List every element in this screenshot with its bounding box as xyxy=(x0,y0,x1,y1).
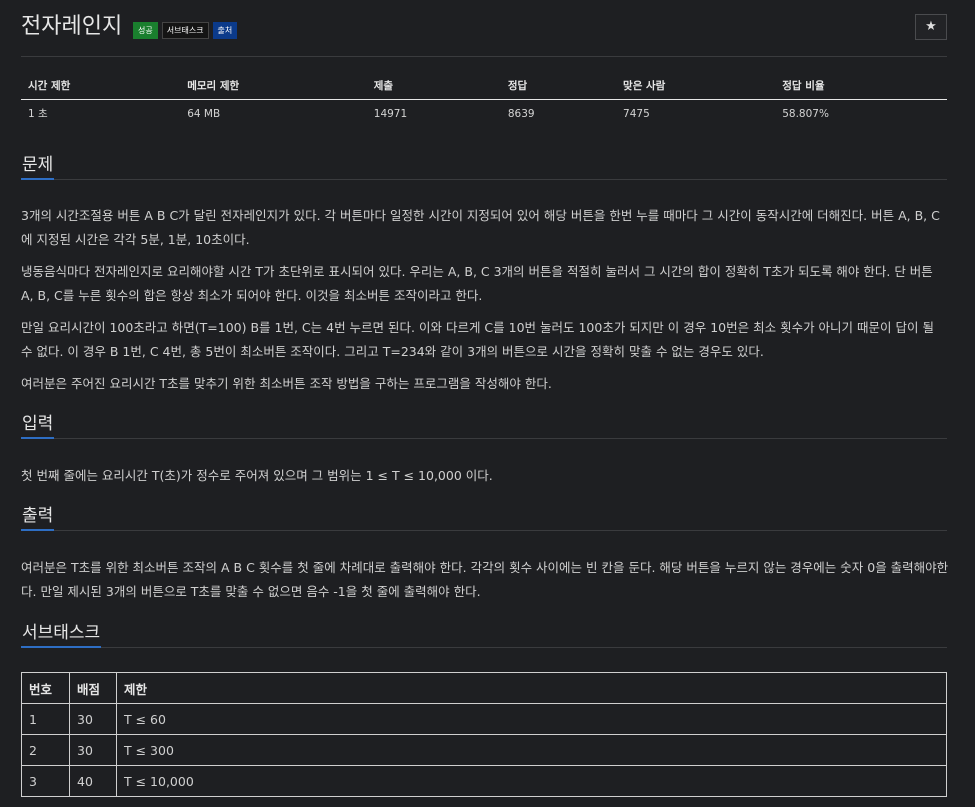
time-limit-header: 시간 제한 xyxy=(21,72,181,100)
submissions-value[interactable]: 14971 xyxy=(367,100,501,128)
input-section-heading: 입력 xyxy=(21,411,947,439)
subtask-header-row: 번호 배점 제한 xyxy=(21,672,947,704)
subtask-score: 30 xyxy=(69,703,117,735)
subtask-row: 1 30 T ≤ 60 xyxy=(21,703,947,735)
input-heading: 입력 xyxy=(21,411,55,439)
problem-header: 전자레인지 성공 서브태스크 출처 ★ xyxy=(21,12,947,57)
subtask-score: 40 xyxy=(69,765,117,797)
subtask-number: 2 xyxy=(21,734,70,766)
accepted-header: 정답 xyxy=(500,72,617,100)
subtask-constraint-header: 제한 xyxy=(116,672,947,704)
memory-limit-value: 64 MB xyxy=(187,107,221,120)
source-badge[interactable]: 출처 xyxy=(212,22,238,39)
subtask-constraint: T ≤ 300 xyxy=(116,734,947,766)
subtask-table: 번호 배점 제한 1 30 T ≤ 60 2 30 T ≤ 300 3 40 T… xyxy=(21,672,947,797)
input-paragraph: 첫 번째 줄에는 요리시간 T(초)가 정수로 주어져 있으며 그 범위는 1 … xyxy=(21,468,493,483)
output-paragraph: 여러분은 T초를 위한 최소버튼 조작의 A B C 횟수를 첫 줄에 차례대로… xyxy=(21,560,949,599)
problem-page: 전자레인지 성공 서브태스크 출처 ★ 시간 제한 메모리 제한 제출 정답 맞… xyxy=(0,0,975,807)
memory-limit-header: 메모리 제한 xyxy=(180,72,367,100)
accept-ratio-value: 58.807% xyxy=(782,107,829,120)
accepted-value[interactable]: 8639 xyxy=(501,100,616,128)
problem-paragraph-3: 만일 요리시간이 100초라고 하면(T=100) B를 1번, C는 4번 누… xyxy=(21,320,934,359)
subtask-score: 30 xyxy=(69,734,117,766)
subtask-constraint: T ≤ 10,000 xyxy=(116,765,947,797)
subtask-section-heading: 서브태스크 xyxy=(21,620,947,648)
time-limit-value: 1 초 xyxy=(28,108,48,120)
subtask-constraint: T ≤ 60 xyxy=(116,703,947,735)
subtask-heading: 서브태스크 xyxy=(21,620,102,648)
subtask-number: 3 xyxy=(21,765,70,797)
info-header-row: 시간 제한 메모리 제한 제출 정답 맞은 사람 정답 비율 xyxy=(21,72,947,100)
subtask-number-header: 번호 xyxy=(21,672,70,704)
problem-paragraph-2: 냉동음식마다 전자레인지로 요리해야할 시간 T가 초단위로 표시되어 있다. … xyxy=(21,264,933,303)
submissions-header: 제출 xyxy=(366,72,501,100)
info-value-row: 1 초 64 MB 14971 8639 7475 58.807% xyxy=(21,100,947,128)
badge-group: 성공 서브태스크 출처 xyxy=(133,22,238,39)
subtask-row: 3 40 T ≤ 10,000 xyxy=(21,765,947,797)
problem-info-table: 시간 제한 메모리 제한 제출 정답 맞은 사람 정답 비율 1 초 64 MB… xyxy=(21,72,947,127)
problem-heading: 문제 xyxy=(21,152,55,180)
subtask-score-header: 배점 xyxy=(69,672,117,704)
output-section-heading: 출력 xyxy=(21,503,947,531)
output-heading: 출력 xyxy=(21,503,55,531)
favorite-button[interactable]: ★ xyxy=(915,14,947,40)
subtask-badge[interactable]: 서브태스크 xyxy=(161,22,209,39)
star-icon: ★ xyxy=(925,19,937,34)
problem-section-heading: 문제 xyxy=(21,152,947,180)
problem-paragraph-4: 여러분은 주어진 요리시간 T초를 맞추기 위한 최소버튼 조작 방법을 구하는… xyxy=(21,376,552,391)
success-badge[interactable]: 성공 xyxy=(133,22,158,39)
accept-ratio-header: 정답 비율 xyxy=(775,72,947,100)
subtask-row: 2 30 T ≤ 300 xyxy=(21,734,947,766)
page-title: 전자레인지 xyxy=(21,14,123,39)
subtask-number: 1 xyxy=(21,703,70,735)
solved-users-header: 맞은 사람 xyxy=(616,72,776,100)
solved-users-value[interactable]: 7475 xyxy=(616,100,775,128)
problem-paragraph-1: 3개의 시간조절용 버튼 A B C가 달린 전자레인지가 있다. 각 버튼마다… xyxy=(21,208,940,247)
